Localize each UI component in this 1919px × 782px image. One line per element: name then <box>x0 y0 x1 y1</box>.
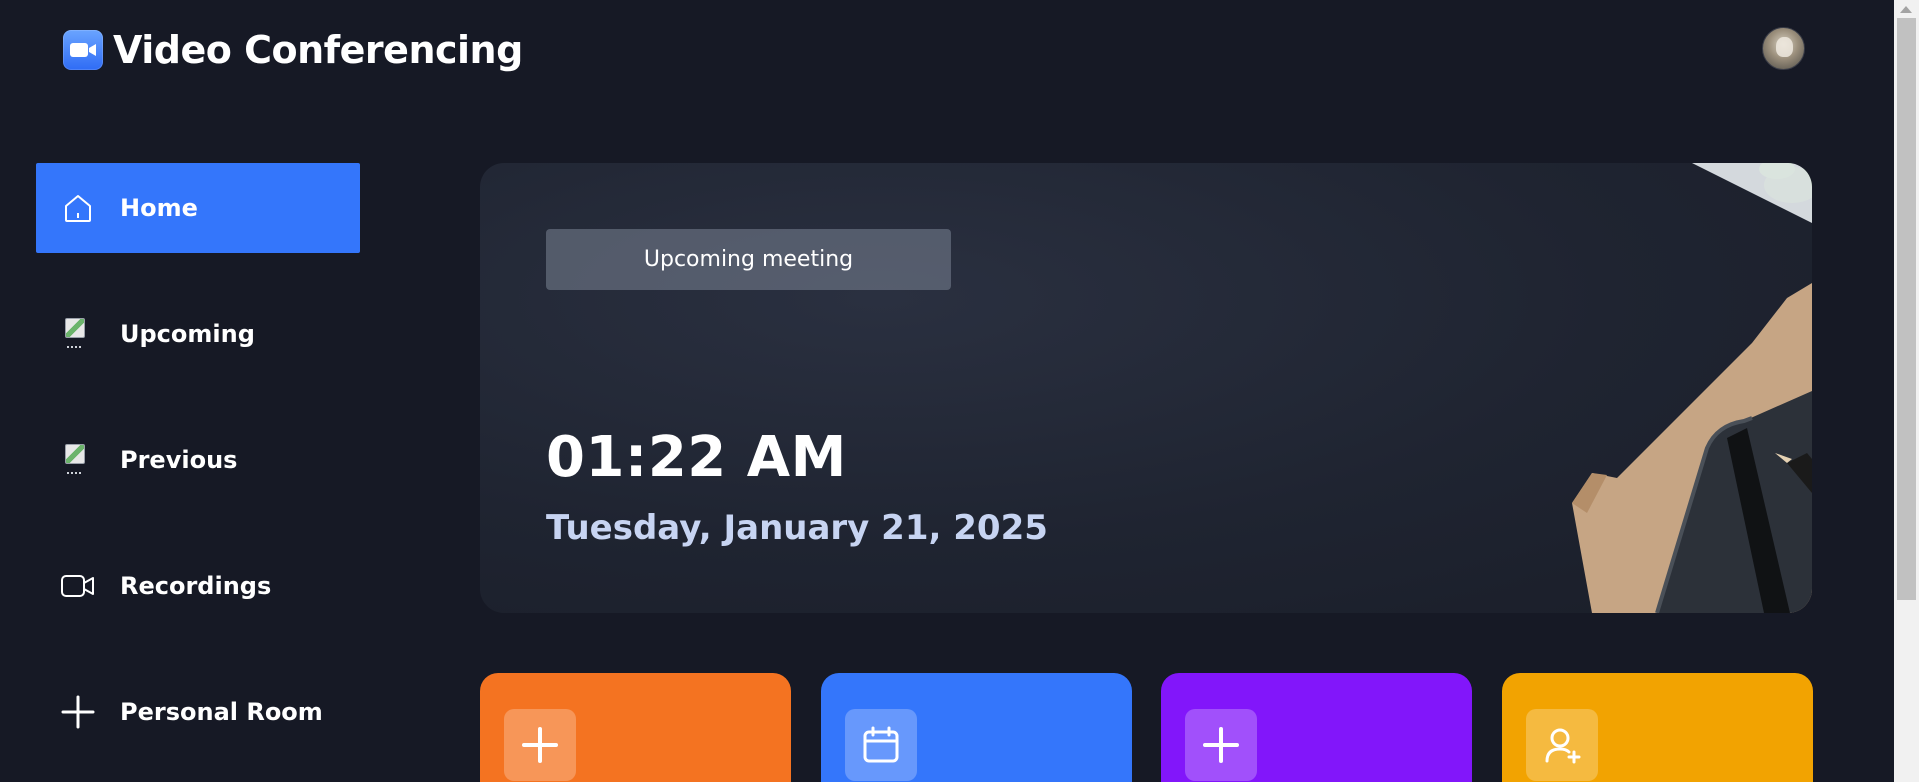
app-title: Video Conferencing <box>113 28 523 72</box>
hero-notebook-illustration <box>1572 163 1812 613</box>
action-card-new-meeting[interactable] <box>480 673 791 782</box>
scroll-up-arrow-icon[interactable] <box>1900 6 1912 13</box>
video-camera-icon <box>63 30 103 70</box>
sidebar-item-label: Recordings <box>120 572 272 600</box>
action-card-join-meeting[interactable] <box>1502 673 1813 782</box>
plus-icon <box>504 709 576 781</box>
current-time: 01:22 AM <box>546 425 847 490</box>
home-icon <box>60 190 96 226</box>
broken-image-icon <box>60 316 96 352</box>
calendar-icon <box>845 709 917 781</box>
broken-image-icon <box>60 442 96 478</box>
plus-icon <box>1185 709 1257 781</box>
user-plus-icon <box>1526 709 1598 781</box>
sidebar-item-label: Upcoming <box>120 320 255 348</box>
action-card-schedule-meeting[interactable] <box>821 673 1132 782</box>
sidebar-item-label: Personal Room <box>120 698 323 726</box>
app-logo[interactable]: Video Conferencing <box>63 28 523 72</box>
sidebar-item-label: Home <box>120 194 198 222</box>
sidebar-item-label: Previous <box>120 446 238 474</box>
current-date: Tuesday, January 21, 2025 <box>546 508 1048 548</box>
scrollbar-thumb[interactable] <box>1897 18 1916 600</box>
sidebar-item-previous[interactable]: Previous <box>36 415 360 505</box>
plus-icon <box>60 694 96 730</box>
action-card-view-recordings[interactable] <box>1161 673 1472 782</box>
user-avatar[interactable] <box>1762 27 1805 70</box>
video-icon <box>60 568 96 604</box>
upcoming-meeting-badge: Upcoming meeting <box>546 229 951 290</box>
hero-banner: Upcoming meeting 01:22 AM Tuesday, Janua… <box>480 163 1812 613</box>
sidebar-item-recordings[interactable]: Recordings <box>36 541 360 631</box>
sidebar-item-personal-room[interactable]: Personal Room <box>36 667 360 757</box>
sidebar-item-home[interactable]: Home <box>36 163 360 253</box>
sidebar-item-upcoming[interactable]: Upcoming <box>36 289 360 379</box>
